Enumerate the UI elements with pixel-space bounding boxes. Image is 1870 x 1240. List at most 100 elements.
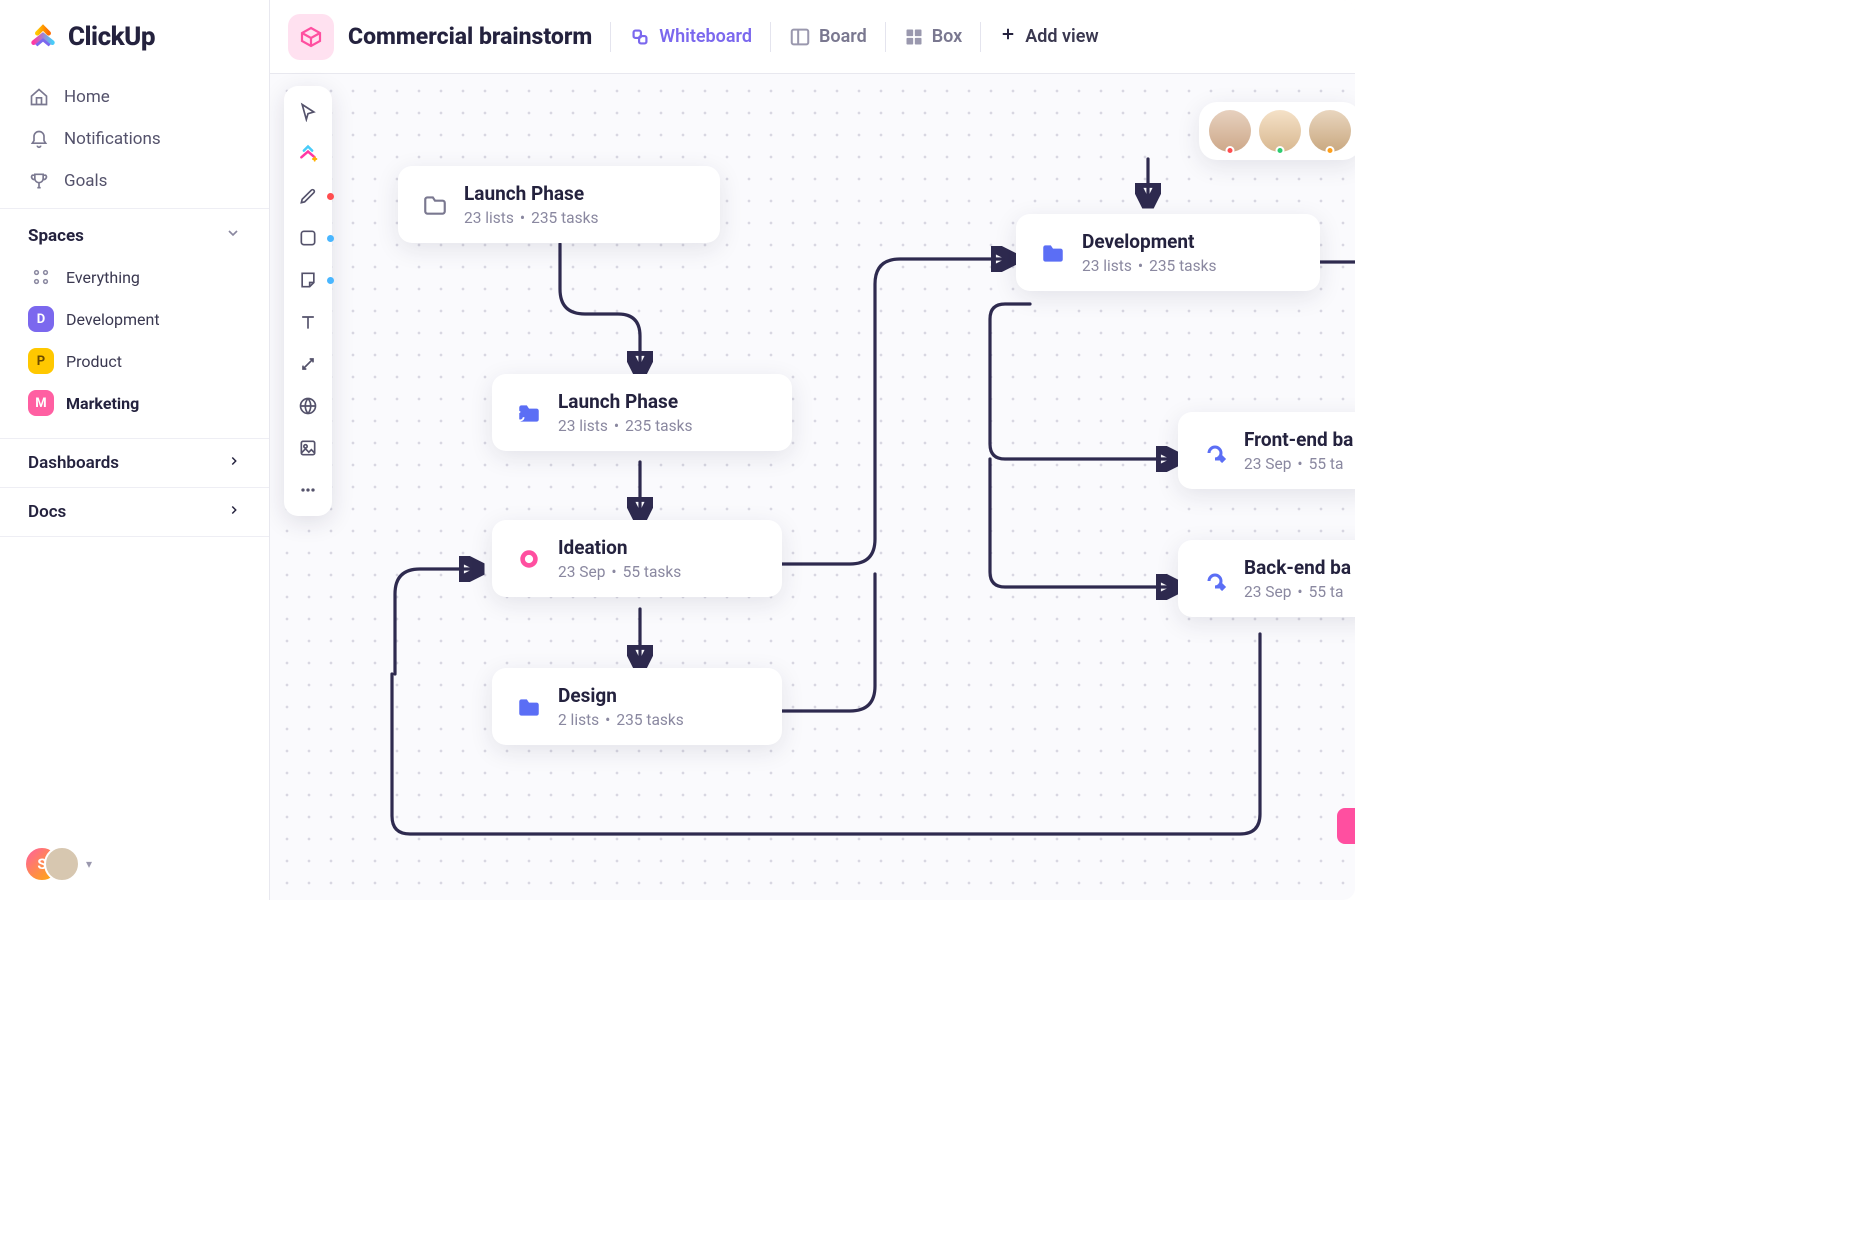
chevron-right-icon [227, 502, 241, 522]
color-indicator-blue [327, 235, 334, 242]
card-meta: 23 lists•235 tasks [1082, 257, 1216, 275]
nav-label: Notifications [64, 129, 161, 149]
card-ideation[interactable]: Ideation 23 Sep•55 tasks [492, 520, 782, 597]
card-title: Ideation [558, 536, 681, 559]
avatar [44, 846, 80, 882]
tab-label: Box [932, 26, 963, 47]
tool-sticky-note[interactable] [292, 264, 324, 296]
avatar [1209, 110, 1251, 152]
box-icon [904, 27, 924, 47]
space-badge: P [28, 348, 54, 374]
loop-arrow-icon [1200, 436, 1230, 466]
space-label: Development [66, 310, 160, 329]
space-label: Product [66, 352, 122, 371]
separator [770, 22, 771, 52]
separator [610, 22, 611, 52]
status-circle-icon [514, 544, 544, 574]
status-dot [1276, 146, 1285, 155]
tool-pointer[interactable] [292, 96, 324, 128]
view-tab-board[interactable]: Board [789, 26, 867, 48]
card-backend[interactable]: Back-end ba 23 Sep•55 ta [1178, 540, 1355, 617]
nav-docs[interactable]: Docs [0, 487, 269, 537]
card-meta: 23 Sep•55 tasks [558, 563, 681, 581]
clickup-logo-icon [28, 22, 58, 52]
avatar-stack: S [24, 846, 80, 882]
color-indicator-red [327, 193, 334, 200]
brand-logo[interactable]: ClickUp [0, 22, 269, 70]
spaces-title: Spaces [28, 226, 84, 246]
card-title: Launch Phase [558, 390, 692, 413]
card-title: Back-end ba [1244, 556, 1351, 579]
nav-dashboards[interactable]: Dashboards [0, 438, 269, 487]
folder-icon [420, 190, 450, 220]
card-launch-phase-folder[interactable]: Launch Phase 23 lists•235 tasks [398, 166, 720, 243]
tool-image[interactable] [292, 432, 324, 464]
card-meta: 23 Sep•55 ta [1244, 583, 1351, 601]
trophy-icon [28, 170, 50, 192]
card-meta: 23 lists•235 tasks [558, 417, 692, 435]
project-icon [288, 14, 334, 60]
view-tab-whiteboard[interactable]: Whiteboard [629, 26, 752, 48]
tool-text[interactable] [292, 306, 324, 338]
whiteboard-toolbar [284, 86, 332, 516]
separator [885, 22, 886, 52]
card-frontend[interactable]: Front-end ba 23 Sep•55 ta [1178, 412, 1355, 489]
sync-folder-icon [1038, 238, 1068, 268]
grid-icon [28, 264, 54, 290]
tool-web[interactable] [292, 390, 324, 422]
card-title: Design [558, 684, 684, 707]
spaces-header[interactable]: Spaces [0, 208, 269, 256]
nav-label: Home [64, 87, 110, 107]
card-meta: 2 lists•235 tasks [558, 711, 684, 729]
bell-icon [28, 128, 50, 150]
avatar [1309, 110, 1351, 152]
card-meta: 23 Sep•55 ta [1244, 455, 1353, 473]
view-tab-box[interactable]: Box [904, 26, 963, 47]
sync-folder-icon [514, 398, 544, 428]
tool-connector[interactable] [292, 348, 324, 380]
nav-home[interactable]: Home [0, 76, 269, 118]
side-tab[interactable] [1337, 808, 1355, 844]
nav-goals[interactable]: Goals [0, 160, 269, 202]
tool-clickup-add[interactable] [292, 138, 324, 170]
loop-arrow-icon [1200, 564, 1230, 594]
nav-notifications[interactable]: Notifications [0, 118, 269, 160]
space-badge: D [28, 306, 54, 332]
space-badge: M [28, 390, 54, 416]
card-meta: 23 lists•235 tasks [464, 209, 598, 227]
space-product[interactable]: P Product [0, 340, 269, 382]
color-indicator-blue [327, 277, 334, 284]
whiteboard-icon [629, 26, 651, 48]
chevron-down-icon [225, 225, 241, 246]
sync-folder-icon [514, 692, 544, 722]
separator [980, 22, 981, 52]
card-development[interactable]: Development 23 lists•235 tasks [1016, 214, 1320, 291]
tool-pen[interactable] [292, 180, 324, 212]
project-title: Commercial brainstorm [348, 23, 592, 50]
space-marketing[interactable]: M Marketing [0, 382, 269, 424]
main: Commercial brainstorm Whiteboard Board [270, 0, 1355, 900]
tool-more[interactable] [292, 474, 324, 506]
add-view-button[interactable]: Add view [999, 25, 1098, 48]
space-everything[interactable]: Everything [0, 256, 269, 298]
space-label: Everything [66, 268, 140, 287]
brand-name: ClickUp [68, 22, 155, 52]
card-title: Development [1082, 230, 1216, 253]
user-menu[interactable]: S ▾ [0, 828, 269, 900]
tool-shape[interactable] [292, 222, 324, 254]
chevron-right-icon [227, 453, 241, 473]
add-view-label: Add view [1025, 26, 1098, 47]
home-icon [28, 86, 50, 108]
avatar [1259, 110, 1301, 152]
card-title: Front-end ba [1244, 428, 1353, 451]
status-dot [1326, 146, 1335, 155]
card-launch-phase-list[interactable]: Launch Phase 23 lists•235 tasks [492, 374, 792, 451]
dashboards-label: Dashboards [28, 453, 119, 473]
whiteboard-canvas[interactable]: Launch Phase 23 lists•235 tasks Launch P… [270, 74, 1355, 900]
space-development[interactable]: D Development [0, 298, 269, 340]
board-icon [789, 26, 811, 48]
caret-down-icon: ▾ [86, 857, 92, 871]
collaborators[interactable] [1199, 102, 1355, 160]
card-design[interactable]: Design 2 lists•235 tasks [492, 668, 782, 745]
tab-label: Board [819, 26, 867, 47]
